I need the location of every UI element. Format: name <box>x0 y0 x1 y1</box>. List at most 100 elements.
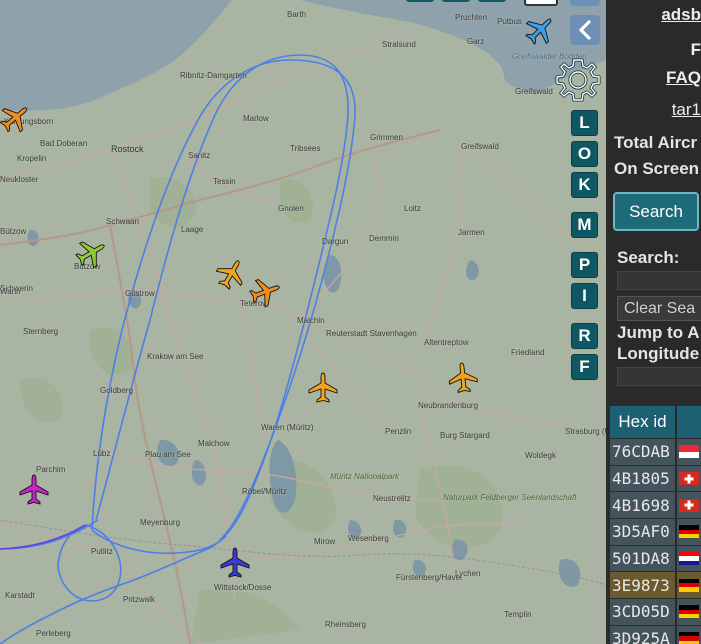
toggle-button-i[interactable]: I <box>571 283 598 309</box>
aircraft-icon[interactable] <box>0 102 31 134</box>
toggle-button-o[interactable]: O <box>571 141 598 167</box>
place-label: Perleberg <box>36 629 71 638</box>
place-label: Malchow <box>198 439 230 448</box>
place-label: Waren (Müritz) <box>261 423 314 432</box>
toggle-button-r[interactable]: R <box>571 323 598 349</box>
hex-id-cell: 3D925A <box>610 625 677 644</box>
sidebar-link-f[interactable]: F <box>691 40 701 60</box>
toggle-button-k[interactable]: K <box>571 172 598 198</box>
place-label: Schwaan <box>106 217 139 226</box>
clear-search-button[interactable]: Clear Sea <box>617 296 701 321</box>
flag-cell <box>677 625 701 644</box>
collapse-sidebar-button[interactable] <box>570 15 600 45</box>
aircraft-icon[interactable] <box>447 362 479 394</box>
place-label: Kropelin <box>17 154 47 163</box>
chevron-left-icon <box>579 20 591 40</box>
table-row[interactable]: 501DA8 <box>610 544 701 572</box>
settings-button[interactable] <box>554 56 602 104</box>
hex-id-cell: 3D5AF0 <box>610 519 677 545</box>
aircraft-icon[interactable] <box>307 372 339 404</box>
toggle-button-l[interactable]: L <box>571 110 598 136</box>
place-label: Meyenburg <box>140 518 181 527</box>
pan-icon[interactable] <box>570 0 600 6</box>
flag-cell <box>677 519 701 545</box>
map-control-stub[interactable] <box>442 0 470 2</box>
hex-id-cell: 4B1805 <box>610 465 677 492</box>
place-label: Güstrow <box>125 289 155 298</box>
table-row[interactable]: 4B1698 <box>610 491 701 519</box>
toggle-button-f[interactable]: F <box>571 354 598 380</box>
search-button[interactable]: Search <box>613 192 699 231</box>
tar1090-link[interactable]: tar1 <box>672 100 701 120</box>
table-row[interactable]: 76CDAB <box>610 438 701 465</box>
flag-cell <box>677 572 701 599</box>
flag-de-icon <box>679 578 699 592</box>
hex-id-cell: 4B1698 <box>610 492 677 519</box>
hex-id-cell: 3E9873 <box>610 572 677 599</box>
flag-de-icon <box>679 525 699 539</box>
map-control-stub[interactable] <box>478 0 506 2</box>
map-control-stub[interactable] <box>524 0 558 6</box>
aircraft-icon[interactable] <box>215 258 247 290</box>
toggle-button-m[interactable]: M <box>571 212 598 238</box>
place-label: Rheinsberg <box>325 620 366 629</box>
place-label: Warin <box>0 287 21 296</box>
faq-link[interactable]: FAQ <box>666 68 701 88</box>
search-input[interactable] <box>617 271 701 290</box>
jump-to-label: Jump to A <box>617 323 700 342</box>
flag-ch-icon <box>679 498 699 512</box>
table-row[interactable]: 3D925A <box>610 624 701 644</box>
place-label: Pruchten <box>455 13 488 22</box>
place-label: Marlow <box>243 114 269 123</box>
place-label: Plau am See <box>145 450 191 459</box>
place-label: Sternberg <box>23 327 59 336</box>
place-label: Karstadt <box>5 591 35 600</box>
place-label: Grimmen <box>370 133 403 142</box>
adsb-link[interactable]: adsb <box>661 5 701 25</box>
flag-ch-icon <box>679 472 699 486</box>
place-label: Mirow <box>314 537 336 546</box>
place-label: Goldberg <box>100 386 133 395</box>
map-control-stub[interactable] <box>406 0 434 2</box>
place-label: Bützow <box>0 227 27 236</box>
place-label: Jarmen <box>458 228 485 237</box>
gear-icon <box>555 58 601 102</box>
place-label: Tessin <box>213 177 236 186</box>
column-header-flag[interactable] <box>677 406 701 438</box>
aircraft-icon[interactable] <box>18 474 50 506</box>
table-row[interactable]: 3CD05D <box>610 598 701 625</box>
toggle-button-p[interactable]: P <box>571 252 598 278</box>
jump-input[interactable] <box>617 367 701 386</box>
flag-cell <box>677 599 701 625</box>
flag-cell <box>677 492 701 519</box>
place-label: Templin <box>504 610 532 619</box>
place-label: Laage <box>181 225 204 234</box>
place-label: Bad Doberan <box>40 139 88 148</box>
flag-de-icon <box>679 632 699 644</box>
on-screen-label: On Screen <box>614 159 700 178</box>
place-label: Röbel/Müritz <box>242 487 287 496</box>
aircraft-icon[interactable] <box>219 547 251 579</box>
place-label: Greifswald <box>515 87 553 96</box>
flag-cell <box>677 545 701 572</box>
table-row[interactable]: 3E9873 <box>610 571 701 599</box>
flag-cell <box>677 465 701 492</box>
aircraft-icon[interactable] <box>75 237 107 269</box>
place-label: Pritzwalk <box>123 595 156 604</box>
aircraft-icon[interactable] <box>249 276 281 308</box>
map-view[interactable]: Barth Pruchten Putbus Garz Stralsund Greifswa… <box>0 0 606 644</box>
table-row[interactable]: 3D5AF0 <box>610 518 701 545</box>
column-header-hex-id[interactable]: Hex id <box>610 406 677 438</box>
place-label: Neubrandenburg <box>418 401 479 410</box>
place-label: Krakow am See <box>147 352 204 361</box>
place-label: Gnoien <box>278 204 304 213</box>
place-label: Penzlin <box>385 427 412 436</box>
aircraft-icon[interactable] <box>524 14 556 46</box>
place-label: Parchim <box>36 465 66 474</box>
place-label: Stralsund <box>382 40 416 49</box>
table-row[interactable]: 4B1805 <box>610 464 701 492</box>
aircraft-table: Hex id 76CDAB 4B1805 4B1698 3D5AF0 501DA8 3E9… <box>610 406 701 644</box>
place-label: Demmin <box>369 234 399 243</box>
place-label: Woldegk <box>525 451 556 460</box>
place-label: Naturpark Feldberger Seenlandschaft <box>443 493 577 502</box>
